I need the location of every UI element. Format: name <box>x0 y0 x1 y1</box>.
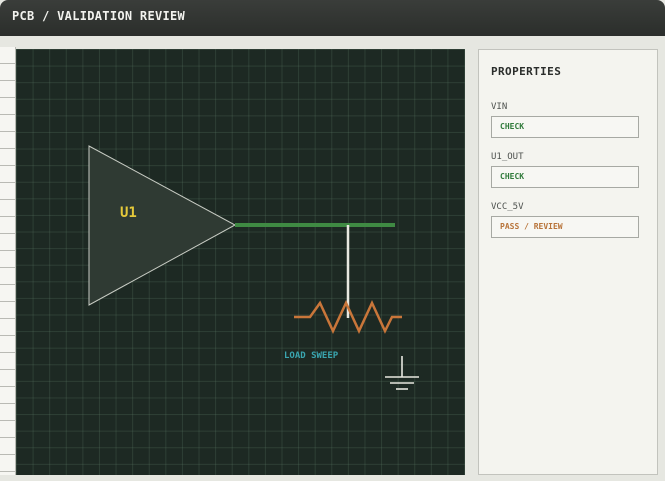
ground-icon[interactable] <box>385 356 419 390</box>
schematic-drawing: U1 LOAD SWEEP <box>88 145 419 390</box>
prop-label-vcc-5v: VCC_5V <box>491 202 524 212</box>
properties-heading: PROPERTIES <box>491 65 562 78</box>
prop-value-vcc-5v[interactable]: PASS / REVIEW <box>491 216 639 238</box>
amplifier-symbol[interactable] <box>88 145 237 306</box>
component-label-u1: U1 <box>120 205 137 221</box>
vertical-ruler <box>0 47 16 475</box>
prop-label-vin: VIN <box>491 102 508 112</box>
prop-label-u1-out: U1_OUT <box>491 152 524 162</box>
schematic-canvas[interactable]: U1 LOAD SWEEP <box>16 49 465 475</box>
prop-value-vin[interactable]: CHECK <box>491 116 639 138</box>
page-title: PCB / VALIDATION REVIEW <box>12 9 186 23</box>
title-bar: PCB / VALIDATION REVIEW <box>0 0 665 36</box>
prop-value-u1-out[interactable]: CHECK <box>491 166 639 188</box>
properties-panel: PROPERTIES VIN CHECK U1_OUT CHECK VCC_5V… <box>478 49 658 475</box>
load-sweep-annotation: LOAD SWEEP <box>284 351 339 361</box>
